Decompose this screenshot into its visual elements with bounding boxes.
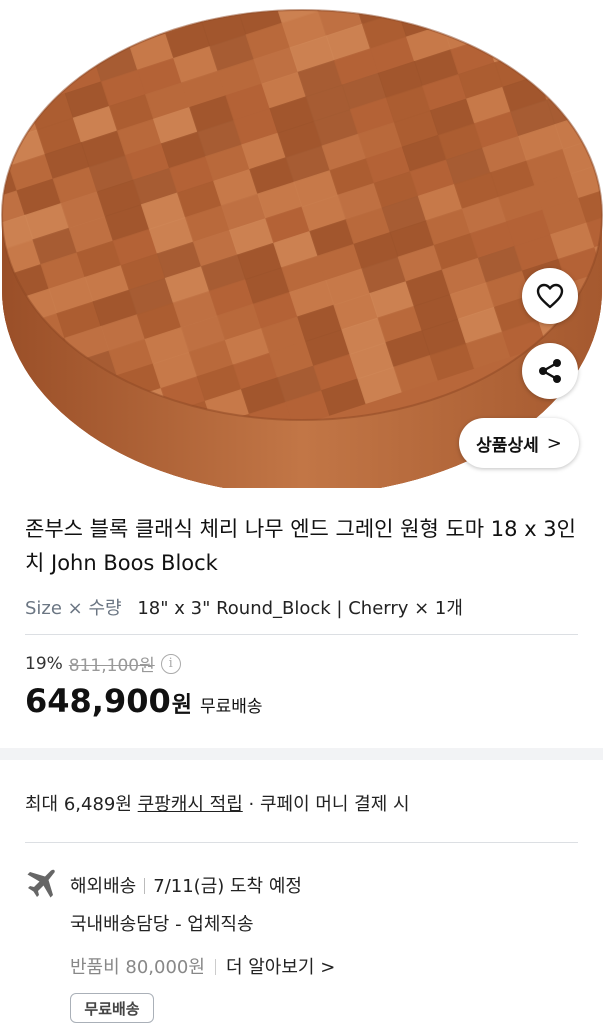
free-shipping-label: 무료배송 <box>200 697 263 717</box>
return-fee: 반품비 80,000원 <box>70 957 205 978</box>
share-button[interactable] <box>522 343 578 399</box>
shipping-type: 해외배송 <box>70 876 137 897</box>
product-image[interactable]: 상품상세 > <box>0 0 603 488</box>
discount-row: 19% 811,100원 i <box>25 651 181 676</box>
shipping-info: 해외배송 7/11(금) 도착 예정 <box>70 872 302 898</box>
product-title: 존부스 블록 클래식 체리 나무 엔드 그레인 원형 도마 18 x 3인치 J… <box>25 517 576 575</box>
selected-option[interactable]: Size × 수량 18" x 3" Round_Block | Cherry … <box>25 594 463 620</box>
section-separator <box>0 748 603 760</box>
price-row: 648,900 원 무료배송 <box>25 682 263 720</box>
heart-icon <box>536 283 564 309</box>
learn-more-link[interactable]: 더 알아보기 > <box>226 957 335 978</box>
cutting-board-image <box>1 9 603 488</box>
share-icon <box>539 359 561 383</box>
reward-amount: 최대 6,489원 <box>25 794 132 815</box>
product-detail-button[interactable]: 상품상세 > <box>459 418 579 468</box>
chevron-right-icon: > <box>546 432 562 454</box>
separator <box>144 878 146 894</box>
arrival-date: 7/11(금) 도착 예정 <box>153 876 302 897</box>
original-price: 811,100원 <box>68 656 155 676</box>
coupang-cash-link[interactable]: 쿠팡캐시 적립 <box>138 794 243 815</box>
info-icon[interactable]: i <box>160 653 181 674</box>
airplane-icon <box>27 869 55 898</box>
return-info: 반품비 80,000원 더 알아보기 > <box>70 953 335 979</box>
separator <box>214 959 216 975</box>
currency-unit: 원 <box>171 693 192 718</box>
option-value: 18" x 3" Round_Block | Cherry × 1개 <box>137 598 463 619</box>
option-label: Size × 수량 <box>25 598 122 619</box>
shipping-handler: 국내배송담당 - 업체직송 <box>70 914 254 935</box>
divider <box>25 634 578 635</box>
reward-condition: · 쿠페이 머니 결제 시 <box>248 794 410 815</box>
sale-price: 648,900 <box>25 682 171 720</box>
free-shipping-badge: 무료배송 <box>70 993 154 1023</box>
wishlist-button[interactable] <box>522 268 578 324</box>
discount-percent: 19% <box>25 653 63 674</box>
divider <box>25 842 578 843</box>
product-detail-label: 상품상세 <box>476 435 539 456</box>
cash-reward-row: 최대 6,489원 쿠팡캐시 적립 · 쿠페이 머니 결제 시 <box>25 790 410 816</box>
